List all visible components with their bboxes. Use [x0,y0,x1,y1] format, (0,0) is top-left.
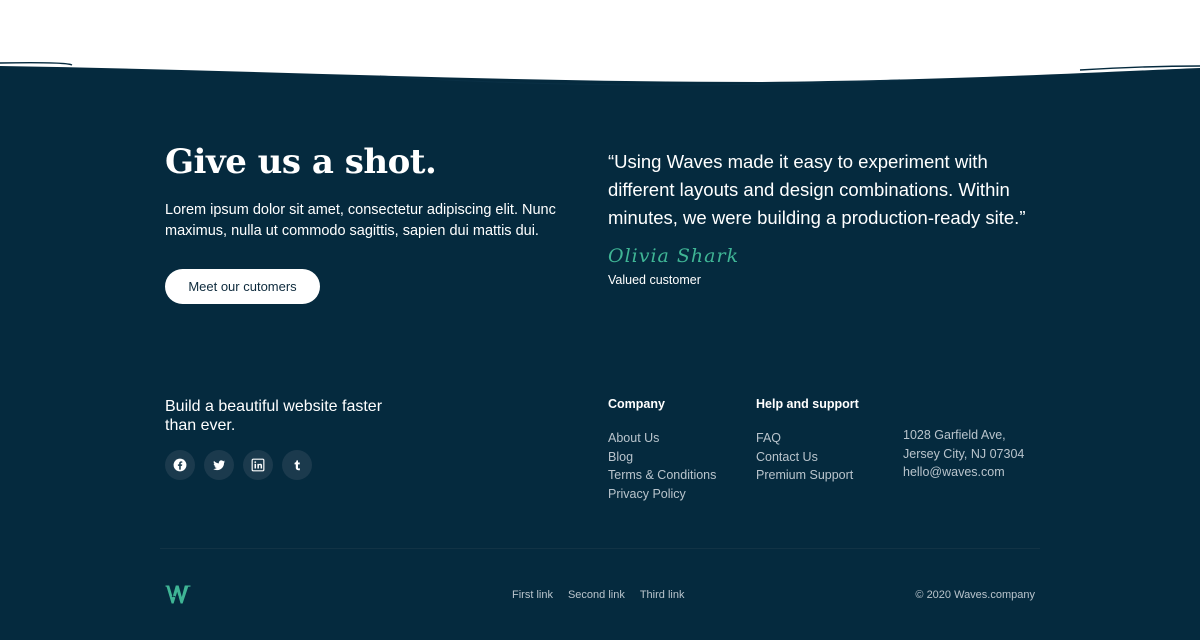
link-blog[interactable]: Blog [608,450,633,464]
testimonial-signature: Olivia Shark [608,245,740,267]
testimonial-role: Valued customer [608,273,701,287]
twitter-link[interactable] [204,450,234,480]
link-premium-support[interactable]: Premium Support [756,468,853,482]
testimonial-quote: “Using Waves made it easy to experiment … [608,151,1026,228]
bottom-link-third[interactable]: Third link [640,589,685,601]
meet-customers-button[interactable]: Meet our cutomers [165,269,320,304]
footer-tagline: Build a beautiful website faster than ev… [165,398,383,434]
support-heading: Help and support [756,397,859,411]
bottom-link-first[interactable]: First link [512,589,553,601]
link-about-us[interactable]: About Us [608,431,659,445]
link-contact-us[interactable]: Contact Us [756,450,818,464]
footer-divider [160,548,1040,549]
waves-logo-icon[interactable] [165,584,191,604]
linkedin-link[interactable] [243,450,273,480]
footer-section: Give us a shot. Lorem ipsum dolor sit am… [0,0,1200,640]
bottom-link-second[interactable]: Second link [568,589,625,601]
company-heading: Company [608,397,665,411]
social-links [165,450,312,480]
twitter-icon [213,460,226,471]
company-links: About Us Blog Terms & Conditions Privacy… [608,429,716,504]
linkedin-icon [251,458,265,472]
tumblr-link[interactable] [282,450,312,480]
cta-description: Lorem ipsum dolor sit amet, consectetur … [165,202,556,239]
bottom-nav: First link Second link Third link [512,589,684,601]
link-privacy-policy[interactable]: Privacy Policy [608,487,686,501]
address-street: 1028 Garfield Ave, [903,428,1006,442]
company-address: 1028 Garfield Ave, Jersey City, NJ 07304… [903,426,1024,482]
address-email[interactable]: hello@waves.com [903,463,1024,482]
address-city: Jersey City, NJ 07304 [903,446,1025,461]
support-links: FAQ Contact Us Premium Support [756,429,853,485]
cta-heading: Give us a shot. [165,142,437,182]
link-faq[interactable]: FAQ [756,431,781,445]
link-terms-conditions[interactable]: Terms & Conditions [608,468,716,482]
copyright-text: © 2020 Waves.company [915,589,1035,601]
facebook-icon [173,458,187,472]
tumblr-icon [294,460,300,471]
facebook-link[interactable] [165,450,195,480]
